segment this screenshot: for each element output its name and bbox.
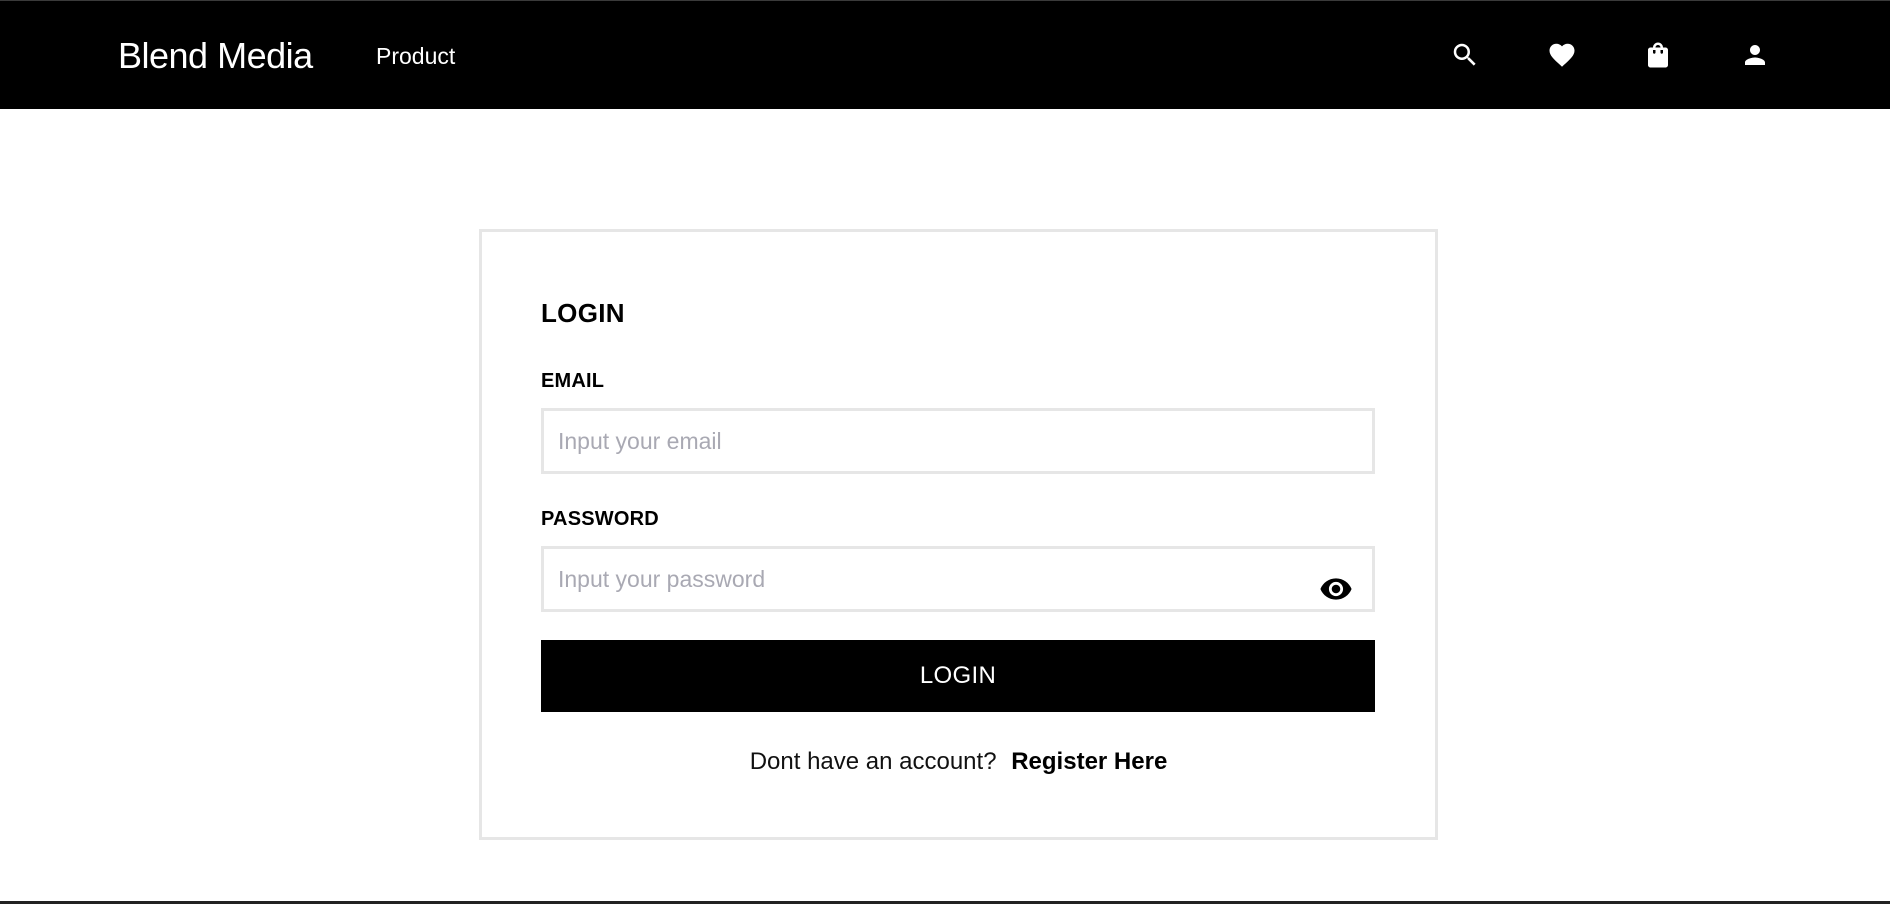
login-title: LOGIN (541, 298, 625, 328)
email-label: EMAIL (541, 370, 605, 392)
nav-link-product[interactable]: Product (376, 43, 455, 70)
eye-icon[interactable] (1318, 571, 1354, 607)
brand-logo-link[interactable]: Blend Media (118, 35, 313, 77)
user-icon[interactable] (1739, 39, 1771, 71)
login-card: LOGIN EMAIL PASSWORD LOGIN Dont have an … (479, 229, 1438, 840)
register-row: Dont have an account? Register Here (482, 748, 1435, 776)
password-field[interactable] (541, 546, 1375, 612)
shopping-bag-icon[interactable] (1642, 39, 1674, 71)
email-field[interactable] (541, 408, 1375, 474)
login-button[interactable]: LOGIN (541, 640, 1375, 712)
password-label: PASSWORD (541, 508, 659, 530)
register-prompt: Dont have an account? (749, 748, 997, 775)
register-link[interactable]: Register Here (1011, 748, 1167, 775)
heart-icon[interactable] (1546, 39, 1578, 71)
search-icon[interactable] (1449, 39, 1481, 71)
top-navbar: Blend Media Product (0, 0, 1890, 109)
